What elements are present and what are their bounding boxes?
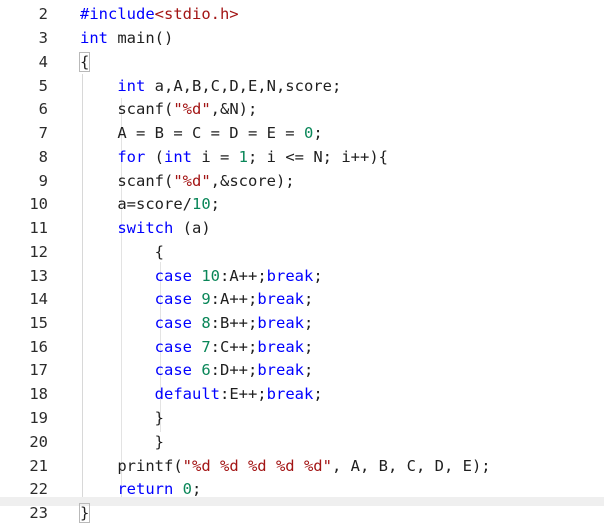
code-line[interactable]: 15 case 8:B++;break; <box>0 312 604 336</box>
line-number: 16 <box>29 338 48 356</box>
line-number: 7 <box>38 124 48 142</box>
line-code[interactable]: switch (a) <box>80 217 210 241</box>
code-line[interactable]: 6 scanf("%d",&N); <box>0 98 604 122</box>
line-code[interactable]: int main() <box>80 27 173 51</box>
line-code[interactable]: case 6:D++;break; <box>80 359 314 383</box>
code-line[interactable]: 7 A = B = C = D = E = 0; <box>0 122 604 146</box>
line-number: 5 <box>38 77 48 95</box>
line-code[interactable]: a=score/10; <box>80 193 220 217</box>
line-number: 19 <box>29 409 48 427</box>
code-line[interactable]: 5 int a,A,B,C,D,E,N,score; <box>0 75 604 99</box>
line-number: 15 <box>29 314 48 332</box>
line-number: 3 <box>38 29 48 47</box>
line-code[interactable]: scanf("%d",&score); <box>80 170 294 194</box>
line-number: 18 <box>29 385 48 403</box>
code-line[interactable]: 20 } <box>0 431 604 455</box>
line-code[interactable]: case 10:A++;break; <box>80 265 323 289</box>
line-number: 10 <box>29 195 48 213</box>
line-number: 23 <box>29 504 48 522</box>
code-line[interactable]: 19 } <box>0 407 604 431</box>
code-line[interactable]: 16 case 7:C++;break; <box>0 336 604 360</box>
line-code[interactable]: case 7:C++;break; <box>80 336 314 360</box>
code-line[interactable]: 13 case 10:A++;break; <box>0 265 604 289</box>
line-number: 2 <box>38 5 48 23</box>
line-number: 8 <box>38 148 48 166</box>
code-line[interactable]: 8 for (int i = 1; i <= N; i++){ <box>0 146 604 170</box>
code-line[interactable]: 3 int main() <box>0 27 604 51</box>
line-code[interactable]: { <box>80 241 164 265</box>
code-editor[interactable]: 2 #include<stdio.h> 3 int main() 4{5 int a,A… <box>0 0 604 523</box>
line-code[interactable]: scanf("%d",&N); <box>80 98 257 122</box>
line-code[interactable]: case 8:B++;break; <box>80 312 314 336</box>
line-number: 4 <box>38 53 48 71</box>
code-line[interactable]: 11 switch (a) <box>0 217 604 241</box>
line-number: 21 <box>29 457 48 475</box>
code-line[interactable]: 9 scanf("%d",&score); <box>0 170 604 194</box>
code-line[interactable]: 10 a=score/10; <box>0 193 604 217</box>
line-number: 12 <box>29 243 48 261</box>
code-line[interactable]: 18 default:E++;break; <box>0 383 604 407</box>
line-code[interactable]: #include<stdio.h> <box>80 3 239 27</box>
line-code[interactable]: case 9:A++;break; <box>80 288 314 312</box>
line-code[interactable]: { <box>78 51 91 75</box>
line-number: 6 <box>38 100 48 118</box>
line-code[interactable]: int a,A,B,C,D,E,N,score; <box>80 75 341 99</box>
line-code[interactable]: return 0; <box>80 478 201 502</box>
line-code[interactable]: A = B = C = D = E = 0; <box>80 122 322 146</box>
code-line[interactable]: 23} <box>0 502 604 526</box>
code-line[interactable]: 21 printf("%d %d %d %d %d", A, B, C, D, … <box>0 455 604 479</box>
code-line[interactable]: 22 return 0; <box>0 478 604 502</box>
line-number: 13 <box>29 267 48 285</box>
line-number: 9 <box>38 172 48 190</box>
line-number: 22 <box>29 480 48 498</box>
code-line[interactable]: 12 { <box>0 241 604 265</box>
line-code[interactable]: for (int i = 1; i <= N; i++){ <box>80 146 388 170</box>
line-code[interactable]: } <box>80 407 164 431</box>
code-line[interactable]: 17 case 6:D++;break; <box>0 359 604 383</box>
line-code[interactable]: printf("%d %d %d %d %d", A, B, C, D, E); <box>80 455 490 479</box>
line-code[interactable]: } <box>80 431 164 455</box>
line-code[interactable]: } <box>78 502 91 526</box>
line-number: 17 <box>29 361 48 379</box>
code-line[interactable]: 2 #include<stdio.h> <box>0 3 604 27</box>
line-number: 14 <box>29 290 48 308</box>
code-line[interactable]: 4{ <box>0 51 604 75</box>
code-line[interactable]: 14 case 9:A++;break; <box>0 288 604 312</box>
line-number: 20 <box>29 433 48 451</box>
line-code[interactable]: default:E++;break; <box>80 383 323 407</box>
line-number: 11 <box>29 219 48 237</box>
